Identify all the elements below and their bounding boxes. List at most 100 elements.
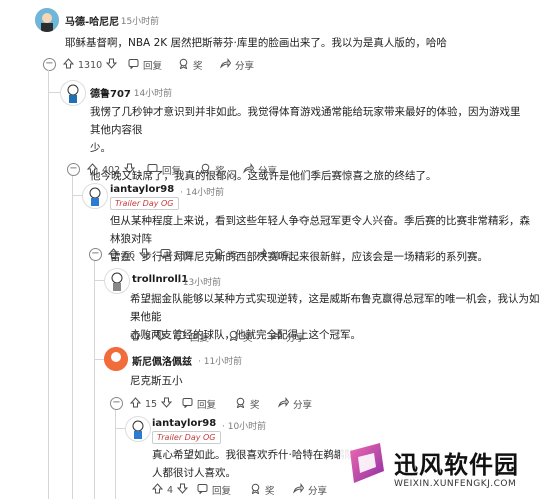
award-icon xyxy=(213,248,224,262)
vote-bar: 8 xyxy=(129,330,167,344)
thread-branch xyxy=(48,92,60,93)
comment-icon xyxy=(182,397,193,411)
avatar[interactable] xyxy=(104,347,128,371)
thread-branch xyxy=(72,195,82,196)
avatar-icon xyxy=(67,84,79,103)
comment-icon xyxy=(128,58,139,72)
reply-label: 回复 xyxy=(175,251,195,262)
share-label: 分享 xyxy=(258,166,278,177)
avatar-icon xyxy=(104,347,128,371)
vote-bar: 15 xyxy=(129,397,173,411)
comment-body: 真心希望如此。我很喜欢乔什·哈特在鹈鹕队的 人都很讨人喜欢。 xyxy=(152,446,372,482)
share-button[interactable]: 分享 xyxy=(293,482,327,497)
comment-username[interactable]: 斯尼佩洛佩兹 xyxy=(132,353,192,368)
comment-body: 耶稣基督啊，NBA 2K 居然把斯蒂芬·库里的脸画出来了。我以为是真人版的，哈哈 xyxy=(65,34,525,52)
downvote-icon[interactable] xyxy=(176,483,189,497)
collapse-button[interactable]: − xyxy=(110,397,123,410)
thread-line xyxy=(115,410,116,499)
vote-bar: 4 xyxy=(151,483,189,497)
comment-time: 14小时前 xyxy=(185,188,225,198)
upvote-icon[interactable] xyxy=(86,163,99,177)
comment-text: 耶稣基督啊，NBA 2K 居然把斯蒂芬·库里的脸画出来了。我以为是真人版的，哈哈 xyxy=(65,37,447,49)
comment-text: 人都很讨人喜欢。 xyxy=(152,467,236,479)
comment-username[interactable]: iantaylor98 xyxy=(152,418,216,429)
user-flair: Trailer Day OG xyxy=(110,197,179,210)
comment-text: 我愣了几秒钟才意识到并非如此。我觉得体育游戏通常能给玩家带来最好的体验，因为游戏… xyxy=(90,106,521,136)
avatar[interactable] xyxy=(82,183,108,209)
reply-button[interactable]: 回复 xyxy=(182,397,216,411)
award-button[interactable]: 奖 xyxy=(250,483,275,497)
award-button[interactable]: 奖 xyxy=(235,397,260,411)
award-button[interactable]: 奖 xyxy=(228,330,253,344)
collapse-button[interactable]: − xyxy=(43,58,56,71)
vote-count: 1310 xyxy=(78,59,103,71)
downvote-icon[interactable] xyxy=(106,58,118,72)
avatar[interactable] xyxy=(104,268,130,294)
share-icon xyxy=(271,329,283,344)
vote-bar: 66 xyxy=(107,248,151,262)
comment-icon xyxy=(160,248,171,262)
reply-button[interactable]: 回复 xyxy=(147,163,181,177)
share-button[interactable]: 分享 xyxy=(271,329,305,344)
vote-bar: 402 xyxy=(86,163,136,177)
comment-icon xyxy=(175,330,186,344)
thread-line xyxy=(48,70,49,499)
downvote-icon[interactable] xyxy=(138,248,151,262)
vote-count: 8 xyxy=(145,331,152,343)
share-button[interactable]: 分享 xyxy=(220,57,254,72)
award-icon xyxy=(200,163,211,177)
reply-label: 回复 xyxy=(212,486,232,497)
comment-meta: · 11小时前 xyxy=(198,357,243,367)
vote-count: 4 xyxy=(167,484,174,496)
collapse-button[interactable]: − xyxy=(67,163,80,176)
upvote-icon[interactable] xyxy=(129,330,142,344)
share-button[interactable]: 分享 xyxy=(243,162,278,177)
award-button[interactable]: 奖 xyxy=(213,248,238,262)
avatar[interactable] xyxy=(125,416,151,442)
award-label: 奖 xyxy=(250,400,260,411)
award-button[interactable]: 奖 xyxy=(178,58,203,72)
reply-button[interactable]: 回复 xyxy=(175,330,209,344)
avatar-icon xyxy=(132,420,144,439)
reply-button[interactable]: 回复 xyxy=(160,248,194,262)
vote-bar: 1310 xyxy=(62,58,118,72)
upvote-icon[interactable] xyxy=(151,483,164,497)
avatar[interactable] xyxy=(35,8,59,32)
share-button[interactable]: 分享 xyxy=(278,396,312,411)
comment-time: 14小时前 xyxy=(133,89,173,99)
vote-count: 66 xyxy=(123,249,136,261)
comment-username[interactable]: iantaylor98 xyxy=(110,184,174,195)
comment-username[interactable]: 德鲁707 xyxy=(90,85,131,100)
downvote-icon[interactable] xyxy=(154,330,167,344)
share-icon xyxy=(220,57,232,72)
reply-button[interactable]: 回复 xyxy=(128,58,162,72)
award-icon xyxy=(250,483,261,497)
user-flair: Trailer Day OG xyxy=(152,431,221,444)
share-icon xyxy=(293,482,305,497)
watermark: 迅风软件园 WEIXIN.XUNFENGKJ.COM xyxy=(340,439,550,499)
share-label: 分享 xyxy=(271,251,291,262)
comment-time: 15小时前 xyxy=(120,17,160,27)
comment-time: 13小时前 xyxy=(182,278,222,288)
collapse-button[interactable]: − xyxy=(89,248,102,261)
thread-branch xyxy=(94,359,104,360)
downvote-icon[interactable] xyxy=(160,397,173,411)
share-button[interactable]: 分享 xyxy=(256,247,291,262)
watermark-url: WEIXIN.XUNFENGKJ.COM xyxy=(394,479,517,489)
comment-body: 尼克斯五小 xyxy=(130,372,430,390)
thread-branch xyxy=(115,428,125,429)
vote-count: 15 xyxy=(145,398,158,410)
award-button[interactable]: 奖 xyxy=(200,163,225,177)
comment-username[interactable]: 马德-哈尼尼 xyxy=(65,13,119,28)
upvote-icon[interactable] xyxy=(129,397,142,411)
upvote-icon[interactable] xyxy=(107,248,120,262)
award-icon xyxy=(178,58,189,72)
avatar[interactable] xyxy=(60,80,86,106)
thread-line xyxy=(94,261,95,499)
comment-text: 真心希望如此。我很喜欢乔什·哈特在鹈鹕队的 xyxy=(152,449,366,461)
comment-text: 但从某种程度上来说，看到这些年轻人争夺总冠军更令人兴奋。季后赛的比赛非常精彩，森… xyxy=(110,215,530,245)
downvote-icon[interactable] xyxy=(124,163,136,177)
reply-button[interactable]: 回复 xyxy=(197,483,231,497)
upvote-icon[interactable] xyxy=(62,58,75,72)
comment-time: 10小时前 xyxy=(227,422,267,432)
